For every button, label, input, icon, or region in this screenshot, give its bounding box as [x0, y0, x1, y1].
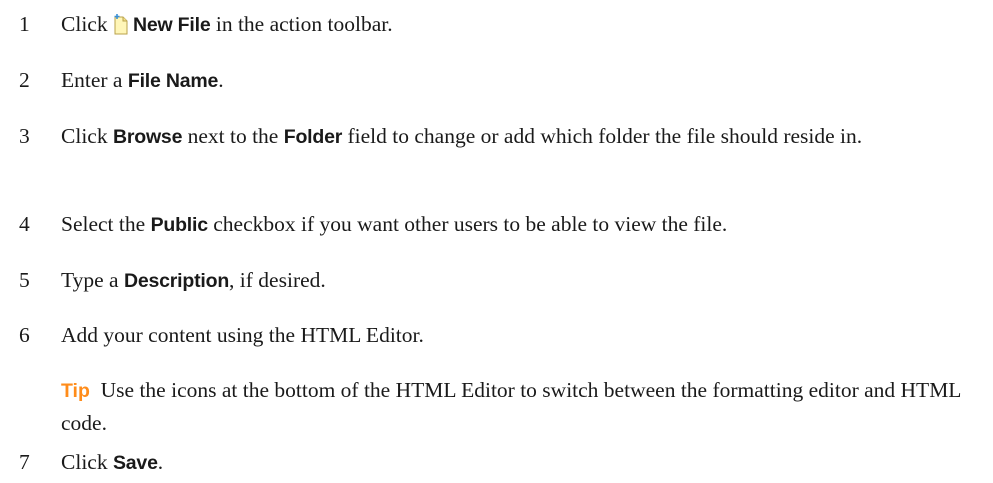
step-text: Click Save. [61, 450, 164, 474]
ui-term: Browse [112, 126, 183, 148]
step-number: 2 [19, 68, 30, 92]
step-text: Click New File in the action toolbar. [61, 8, 986, 44]
tip-label: Tip [61, 380, 90, 402]
tip-text: Tip Use the icons at the bottom of the H… [61, 378, 961, 435]
step-number: 4 [19, 212, 30, 236]
new-file-icon [113, 12, 129, 44]
ui-term: File Name [127, 70, 219, 92]
step-number: 7 [19, 450, 30, 474]
step-text: Add your content using the HTML Editor. [61, 323, 424, 347]
step-number: 1 [19, 12, 30, 36]
step-text: Select the Public checkbox if you want o… [61, 212, 728, 236]
step-number: 6 [19, 323, 30, 347]
procedure-document: 1 Click New File in the action toolbar. … [0, 0, 993, 483]
ui-term: Save [112, 452, 158, 474]
step-number: 5 [19, 268, 30, 292]
step-number: 3 [19, 124, 30, 148]
step-text: Click Browse next to the Folder field to… [61, 124, 863, 148]
ui-term: Description [123, 270, 230, 292]
ui-term: New File [132, 14, 211, 36]
ui-term: Folder [283, 126, 343, 148]
ui-term: Public [150, 214, 209, 236]
step-text: Enter a File Name. [61, 68, 224, 92]
step-text: Type a Description, if desired. [61, 268, 326, 292]
